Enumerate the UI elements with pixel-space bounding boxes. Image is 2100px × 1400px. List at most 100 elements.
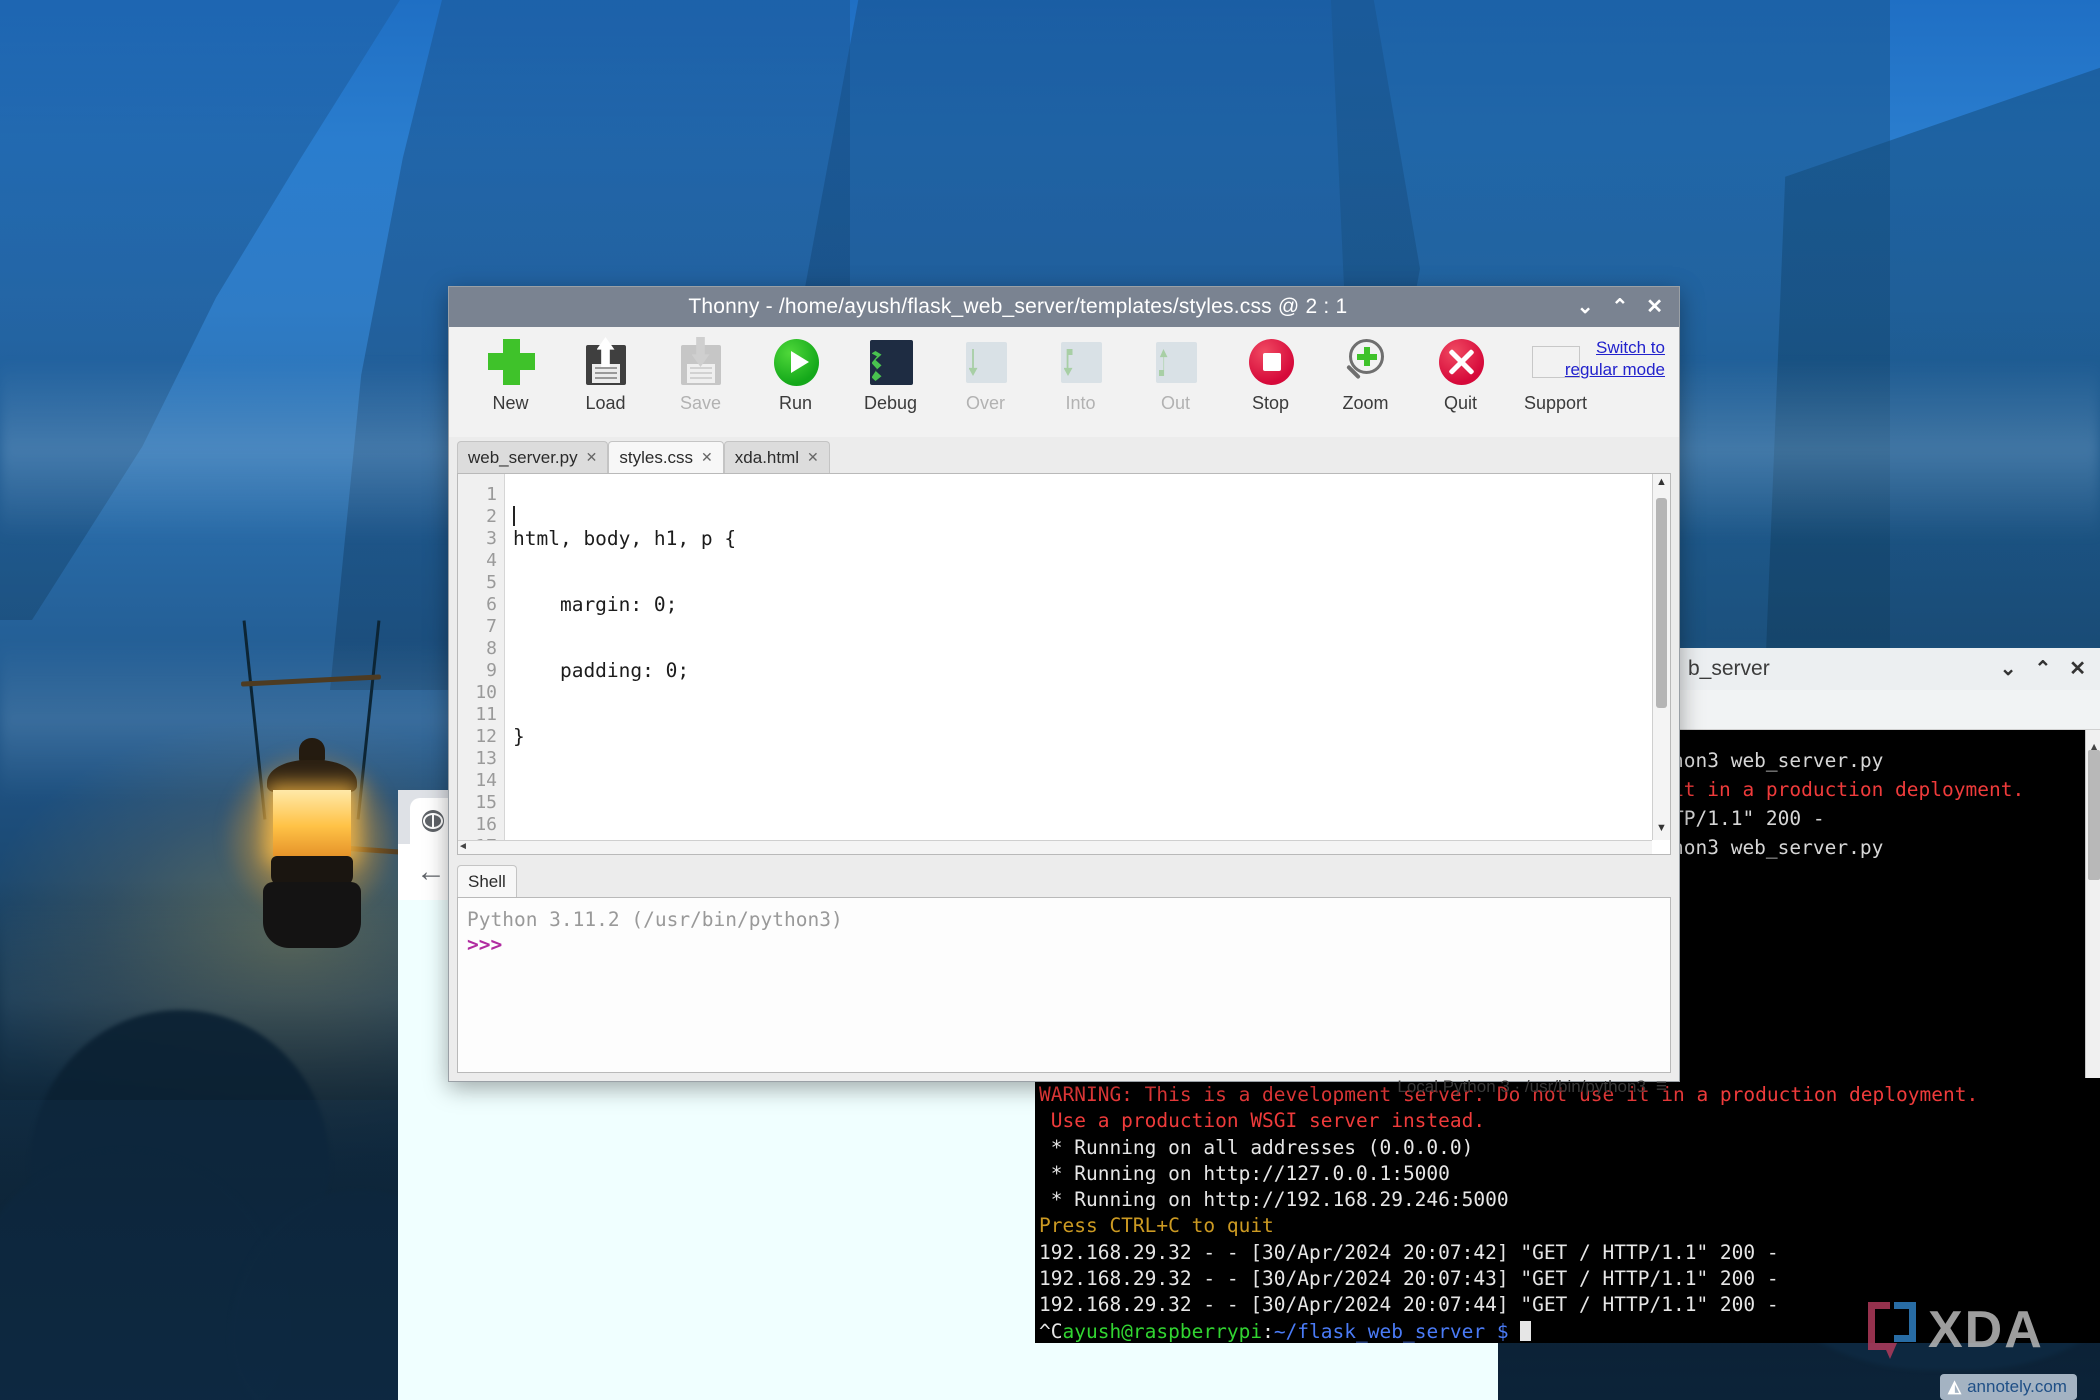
code-editor[interactable]: 1 2 3 4 5 6 7 8 9 10 11 12 13 14 15 16 1…	[457, 473, 1671, 857]
minimize-icon[interactable]: ⌄	[2000, 659, 2017, 679]
text-caret	[513, 506, 515, 526]
thonny-titlebar[interactable]: Thonny - /home/ayush/flask_web_server/te…	[449, 287, 1679, 327]
step-into-icon	[1056, 337, 1106, 387]
line-number: 11	[475, 704, 497, 725]
editor-horizontal-scrollbar[interactable]: ◄	[458, 840, 1652, 854]
editor-tab-label: styles.css	[619, 447, 694, 467]
shell-banner: Python 3.11.2 (/usr/bin/python3)	[467, 908, 843, 931]
magnifier-plus-icon	[1341, 337, 1391, 387]
zoom-button-label: Zoom	[1342, 393, 1389, 413]
close-icon[interactable]: ✕	[2069, 659, 2086, 679]
line-number: 16	[475, 814, 497, 835]
close-icon[interactable]: ✕	[807, 449, 819, 466]
load-button[interactable]: Load	[558, 337, 653, 414]
editor-tabbar: web_server.py ✕ styles.css ✕ xda.html ✕	[449, 437, 1679, 473]
scroll-up-icon[interactable]: ▲	[1653, 476, 1670, 492]
terminal-line: 192.168.29.32 - - [30/Apr/2024 20:07:42]…	[1039, 1240, 1779, 1264]
scroll-down-icon[interactable]: ▼	[1653, 822, 1670, 838]
line-number: 13	[475, 748, 497, 769]
debug-button-label: Debug	[863, 393, 918, 413]
stop-button[interactable]: Stop	[1223, 337, 1318, 414]
floppy-down-icon	[676, 337, 726, 387]
step-over-label: Over	[965, 393, 1005, 413]
terminal-line: TP/1.1" 200 -	[1672, 807, 1825, 830]
code-line: padding: 0;	[513, 659, 690, 682]
scrollbar-thumb[interactable]	[2088, 750, 2100, 880]
terminal-line: 192.168.29.32 - - [30/Apr/2024 20:07:43]…	[1039, 1267, 1779, 1291]
line-number: 8	[486, 638, 497, 659]
step-over-icon	[961, 337, 1011, 387]
switch-to-regular-mode-link[interactable]: Switch to regular mode	[1553, 337, 1665, 381]
editor-vertical-scrollbar[interactable]: ▲ ▼	[1652, 474, 1670, 840]
close-icon[interactable]: ✕	[701, 449, 713, 466]
new-button[interactable]: New	[463, 337, 558, 414]
line-number: 4	[486, 550, 497, 571]
save-button-label: Save	[679, 393, 722, 413]
menu-hamburger-icon[interactable]: ≡	[1656, 1076, 1667, 1098]
terminal-prompt-symbol: $	[1496, 1319, 1509, 1343]
close-icon[interactable]: ✕	[1646, 297, 1663, 317]
editor-tab-label: xda.html	[734, 447, 800, 467]
scrollbar-thumb[interactable]	[1656, 498, 1667, 708]
terminal-line: * Running on http://192.168.29.246:5000	[1039, 1188, 1509, 1212]
thonny-toolbar: New Load Save Run Debug Over Into Out St…	[449, 327, 1679, 437]
terminal-output-main[interactable]: WARNING: This is a development server. D…	[1035, 1078, 2100, 1343]
line-number: 2	[486, 506, 497, 527]
bug-panel-icon	[866, 337, 916, 387]
terminal-path: ~/flask_web_server	[1273, 1319, 1486, 1343]
step-out-button[interactable]: Out	[1128, 337, 1223, 414]
terminal-line: hon3 web_server.py	[1672, 836, 1884, 859]
step-into-button[interactable]: Into	[1033, 337, 1128, 414]
editor-tab-xda-html[interactable]: xda.html ✕	[723, 441, 830, 473]
maximize-icon[interactable]: ⌃	[1611, 297, 1628, 317]
shell-tabbar: Shell	[449, 863, 1679, 897]
terminal-window-secondary[interactable]: b_server ⌄ ⌃ ✕ hon3 web_server.py it in …	[1672, 648, 2100, 1108]
terminal-line: Press CTRL+C to quit	[1039, 1214, 1274, 1238]
debug-button[interactable]: Debug	[843, 337, 938, 414]
terminal-window-main[interactable]: WARNING: This is a development server. D…	[1035, 1078, 2100, 1343]
load-button-label: Load	[585, 393, 626, 413]
terminal-prompt-separator: :	[1262, 1319, 1274, 1343]
run-button-label: Run	[778, 393, 813, 413]
terminal-cursor	[1520, 1320, 1532, 1341]
maximize-icon[interactable]: ⌃	[2034, 659, 2051, 679]
thonny-title: Thonny - /home/ayush/flask_web_server/te…	[688, 295, 1348, 318]
save-button[interactable]: Save	[653, 337, 748, 414]
minimize-icon[interactable]: ⌄	[1577, 297, 1594, 317]
play-circle-icon	[771, 337, 821, 387]
quit-button[interactable]: Quit	[1413, 337, 1508, 414]
line-number: 14	[475, 770, 497, 791]
interpreter-status[interactable]: Local Python 3 · /usr/bin/python3	[1397, 1077, 1646, 1097]
support-button-label: Support	[1523, 393, 1588, 413]
back-arrow-icon[interactable]: ←	[416, 855, 446, 889]
tab-shell[interactable]: Shell	[457, 865, 517, 897]
thonny-statusbar: Local Python 3 · /usr/bin/python3 ≡	[449, 1073, 1679, 1101]
python-shell[interactable]: Python 3.11.2 (/usr/bin/python3) >>>	[457, 897, 1671, 1073]
code-line: html, body, h1, p {	[513, 527, 737, 550]
scroll-up-icon[interactable]: ▲	[2086, 732, 2100, 753]
terminal-line: Use a production WSGI server instead.	[1039, 1109, 1486, 1133]
floppy-up-icon	[581, 337, 631, 387]
line-number: 15	[475, 792, 497, 813]
quit-button-label: Quit	[1443, 393, 1477, 413]
editor-tab-web-server-py[interactable]: web_server.py ✕	[457, 441, 609, 473]
line-number: 1	[486, 484, 497, 505]
line-number: 6	[486, 594, 497, 615]
step-out-label: Out	[1160, 393, 1190, 413]
zoom-button[interactable]: Zoom	[1318, 337, 1413, 414]
editor-tab-styles-css[interactable]: styles.css ✕	[608, 441, 724, 473]
new-button-label: New	[492, 393, 529, 413]
line-number: 9	[486, 660, 497, 681]
terminal-titlebar[interactable]: b_server ⌄ ⌃ ✕	[1672, 648, 2100, 690]
thonny-window[interactable]: Thonny - /home/ayush/flask_web_server/te…	[448, 286, 1680, 1097]
terminal-scrollbar[interactable]: ▲ ▼	[2085, 730, 2100, 1108]
terminal-user-host: ayush@raspberrypi	[1062, 1319, 1263, 1343]
close-icon[interactable]: ✕	[586, 449, 598, 466]
run-button[interactable]: Run	[748, 337, 843, 414]
code-text-area[interactable]: html, body, h1, p { margin: 0; padding: …	[505, 474, 1670, 854]
step-over-button[interactable]: Over	[938, 337, 1033, 414]
terminal-menubar[interactable]	[1672, 690, 2100, 730]
editor-tab-label: web_server.py	[468, 447, 578, 467]
terminal-output-secondary[interactable]: hon3 web_server.py it in a production de…	[1672, 730, 2100, 1108]
